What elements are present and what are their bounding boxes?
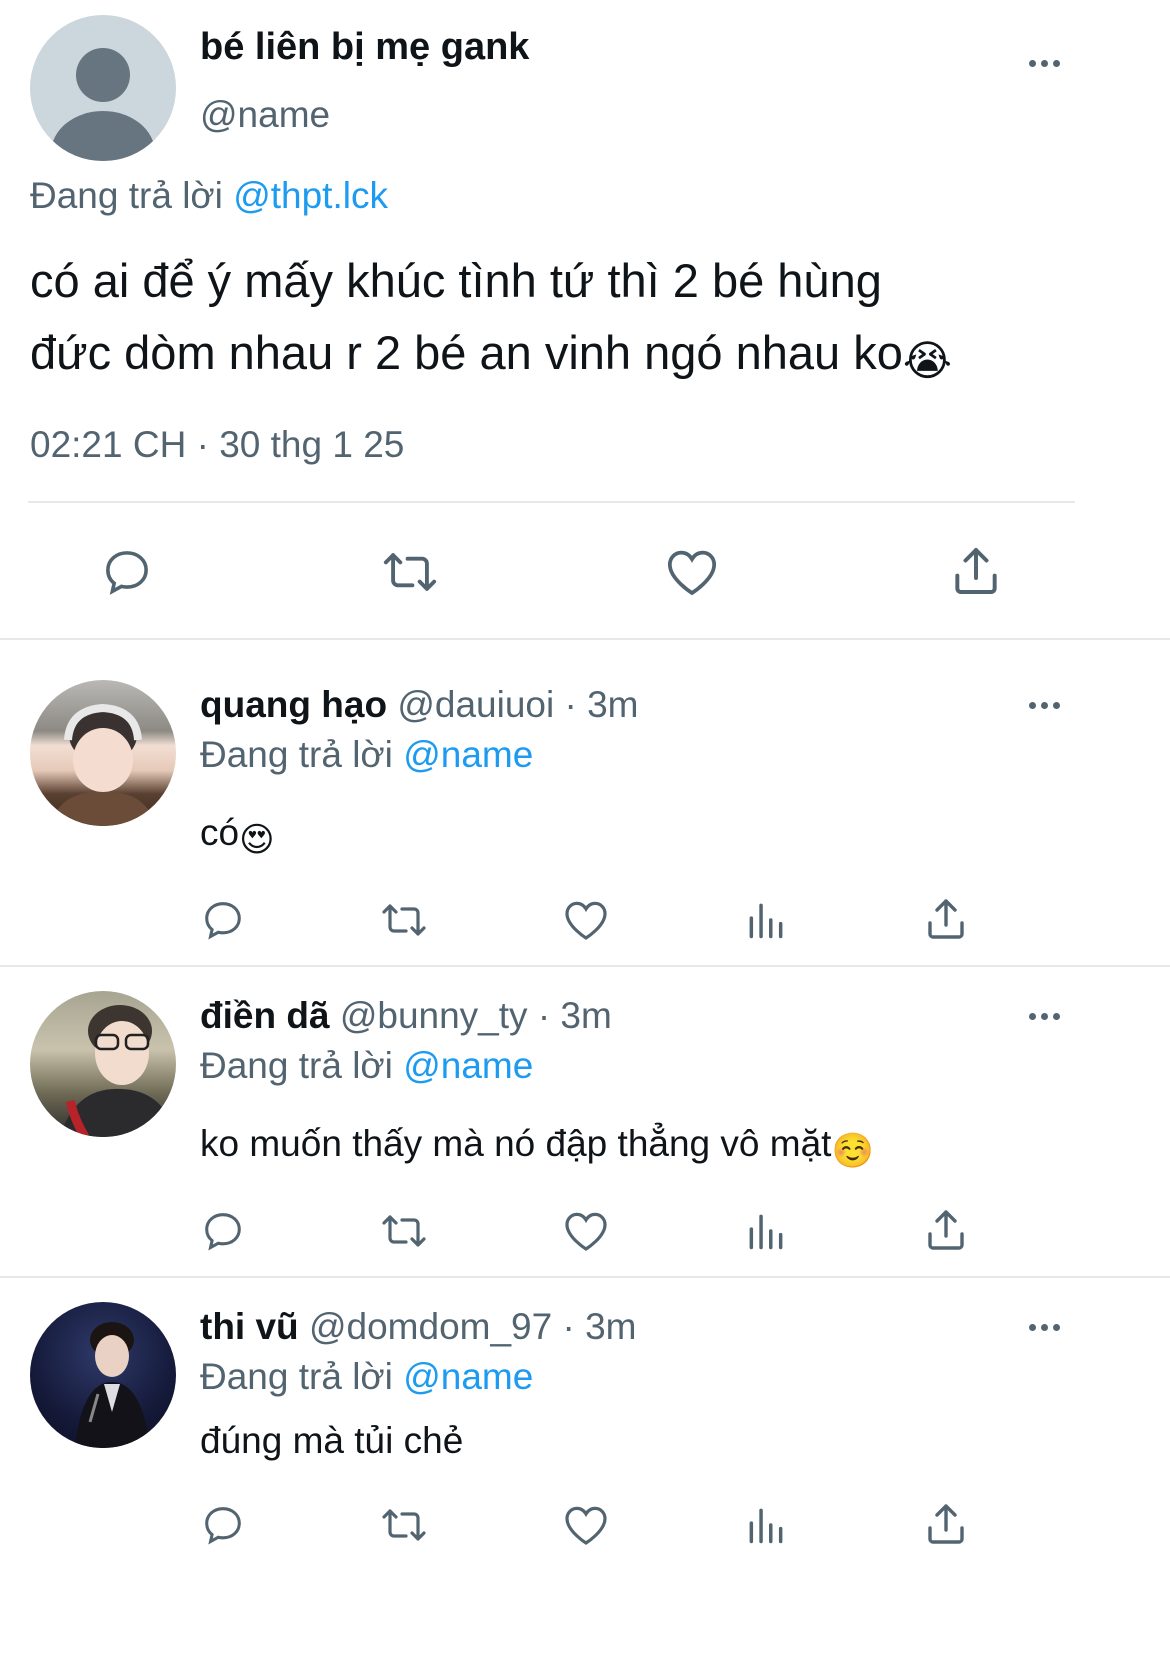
heart-icon[interactable] xyxy=(562,1502,610,1548)
profile-photo xyxy=(50,703,156,826)
main-avatar[interactable] xyxy=(30,15,176,161)
main-tweet-text: có ai để ý mấy khúc tình tứ thì 2 bé hùn… xyxy=(30,245,952,397)
more-icon[interactable] xyxy=(1024,695,1064,715)
handle[interactable]: @domdom_97 xyxy=(309,1306,552,1347)
crying-emoji: 😭 xyxy=(902,337,952,384)
tweet-text: ko muốn thấy mà nó đập thẳng vô mặt xyxy=(200,1123,832,1164)
section-divider xyxy=(0,638,1170,640)
replying-prefix: Đang trả lời xyxy=(200,734,393,775)
share-icon[interactable] xyxy=(948,543,1004,599)
display-name[interactable]: quang hạo xyxy=(200,684,387,725)
tweet-text: đúng mà tủi chẻ xyxy=(200,1420,464,1461)
replying-to-link[interactable]: @name xyxy=(403,1045,533,1086)
avatar[interactable] xyxy=(30,991,176,1137)
reply-text: có😍 xyxy=(200,812,275,860)
retweet-icon[interactable] xyxy=(378,543,442,601)
time-ago[interactable]: · 3m xyxy=(565,684,639,725)
reply-icon[interactable] xyxy=(100,545,154,599)
views-icon[interactable] xyxy=(744,1502,788,1548)
retweet-icon[interactable] xyxy=(377,1207,431,1255)
replying-to-link[interactable]: @name xyxy=(403,1356,533,1397)
replying-to-link[interactable]: @name xyxy=(403,734,533,775)
section-divider xyxy=(0,1276,1170,1278)
reply-text: đúng mà tủi chẻ xyxy=(200,1420,463,1462)
reply-icon[interactable] xyxy=(200,1208,246,1254)
reply-icon[interactable] xyxy=(200,1502,246,1548)
more-icon[interactable] xyxy=(1024,1006,1064,1026)
avatar[interactable] xyxy=(30,680,176,826)
display-name[interactable]: điền dã xyxy=(200,995,330,1036)
share-icon[interactable] xyxy=(922,895,970,943)
heart-icon[interactable] xyxy=(664,545,720,599)
heart-icon[interactable] xyxy=(562,1208,610,1254)
tweet-text-line: có ai để ý mấy khúc tình tứ thì 2 bé hùn… xyxy=(30,254,882,307)
handle[interactable]: @dauiuoi xyxy=(397,684,554,725)
main-handle[interactable]: @name xyxy=(200,94,330,136)
tweet-text-line: đức dòm nhau r 2 bé an vinh ngó nhau ko😭 xyxy=(30,317,952,397)
replying-prefix: Đang trả lời xyxy=(200,1045,393,1086)
main-divider xyxy=(28,501,1075,503)
profile-photo xyxy=(75,1322,150,1448)
avatar[interactable] xyxy=(30,1302,176,1448)
main-timestamp[interactable]: 02:21 CH · 30 thg 1 25 xyxy=(30,424,404,466)
handle[interactable]: @bunny_ty xyxy=(340,995,528,1036)
replying-prefix: Đang trả lời xyxy=(30,175,223,216)
more-icon[interactable] xyxy=(1024,1317,1064,1337)
main-display-name[interactable]: bé liên bị mẹ gank xyxy=(200,26,529,69)
heart-icon[interactable] xyxy=(562,897,610,943)
reply-header: điền dã @bunny_ty · 3m xyxy=(200,995,612,1037)
views-icon[interactable] xyxy=(744,1208,788,1254)
time-ago[interactable]: · 3m xyxy=(562,1306,636,1347)
replying-to-link[interactable]: @thpt.lck xyxy=(233,175,388,216)
heart-eyes-emoji: 😍 xyxy=(239,821,275,859)
reply-header: thi vũ @domdom_97 · 3m xyxy=(200,1306,636,1348)
reply-icon[interactable] xyxy=(200,897,246,943)
tweet-text: có xyxy=(200,812,240,853)
replying-line: Đang trả lời @name xyxy=(200,1356,533,1398)
share-icon[interactable] xyxy=(922,1500,970,1548)
replying-line: Đang trả lời @name xyxy=(200,1045,533,1087)
reply-text: ko muốn thấy mà nó đập thẳng vô mặt☺️ xyxy=(200,1123,874,1171)
retweet-icon[interactable] xyxy=(377,1501,431,1549)
views-icon[interactable] xyxy=(744,897,788,943)
reply-header: quang hạo @dauiuoi · 3m xyxy=(200,684,639,726)
display-name[interactable]: thi vũ xyxy=(200,1306,299,1347)
default-avatar-icon xyxy=(51,48,155,161)
replying-line: Đang trả lời @name xyxy=(200,734,533,776)
section-divider xyxy=(0,965,1170,967)
profile-photo xyxy=(60,1005,176,1137)
smiling-emoji: ☺️ xyxy=(831,1132,874,1170)
more-icon[interactable] xyxy=(1024,53,1064,73)
tweet-text-fragment: đức dòm nhau r 2 bé an vinh ngó nhau ko xyxy=(30,326,903,379)
retweet-icon[interactable] xyxy=(377,896,431,944)
replying-prefix: Đang trả lời xyxy=(200,1356,393,1397)
main-replying-line: Đang trả lời @thpt.lck xyxy=(30,175,388,217)
share-icon[interactable] xyxy=(922,1206,970,1254)
time-ago[interactable]: · 3m xyxy=(538,995,612,1036)
